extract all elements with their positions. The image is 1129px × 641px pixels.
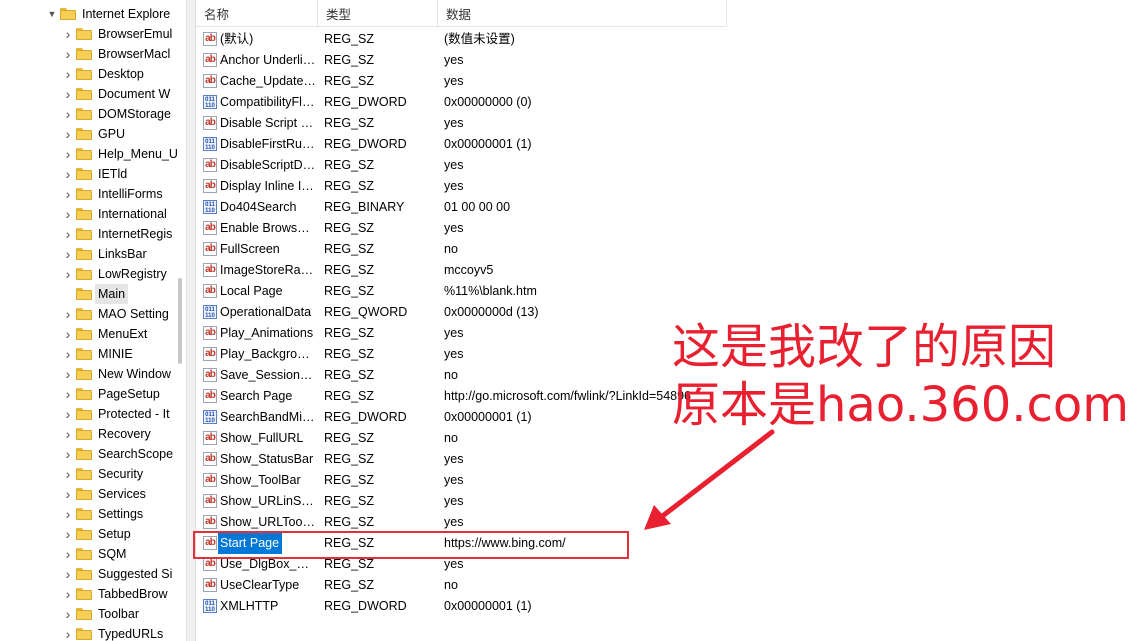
arrow-head: [644, 505, 671, 530]
annotation-line-1: 这是我改了的原因: [672, 319, 1057, 375]
arrow-shaft: [657, 429, 775, 521]
annotation-line-2: 原本是hao.360.com: [672, 377, 1129, 433]
annotation-text: 这是我改了的原因 原本是hao.360.com: [672, 318, 1129, 434]
